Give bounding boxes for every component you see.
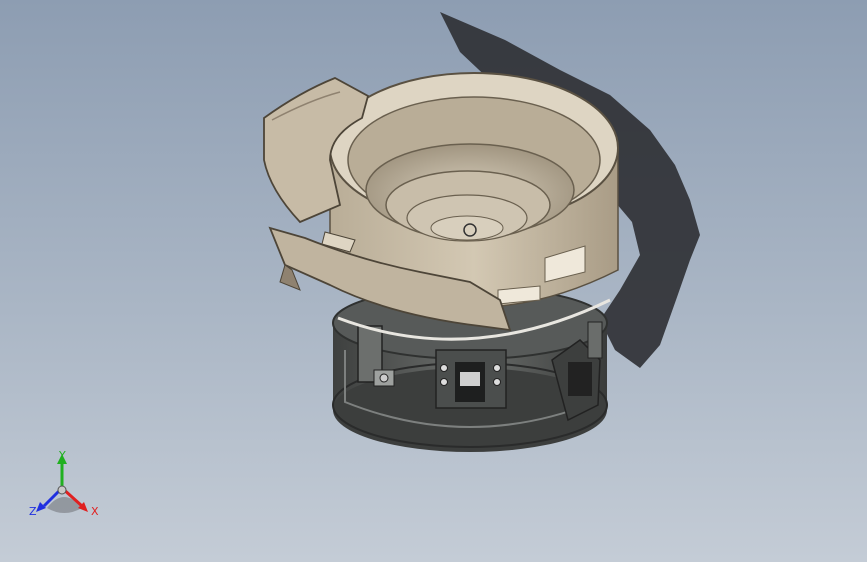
vibratory-bowl-feeder-model[interactable] [0, 0, 867, 562]
spring-bracket-center[interactable] [435, 349, 507, 409]
triad-x-label: X [91, 505, 99, 518]
graphics-viewport[interactable]: Y Z X [0, 0, 867, 562]
triad-y-label: Y [59, 449, 66, 462]
triad-z-label: Z [29, 505, 37, 518]
